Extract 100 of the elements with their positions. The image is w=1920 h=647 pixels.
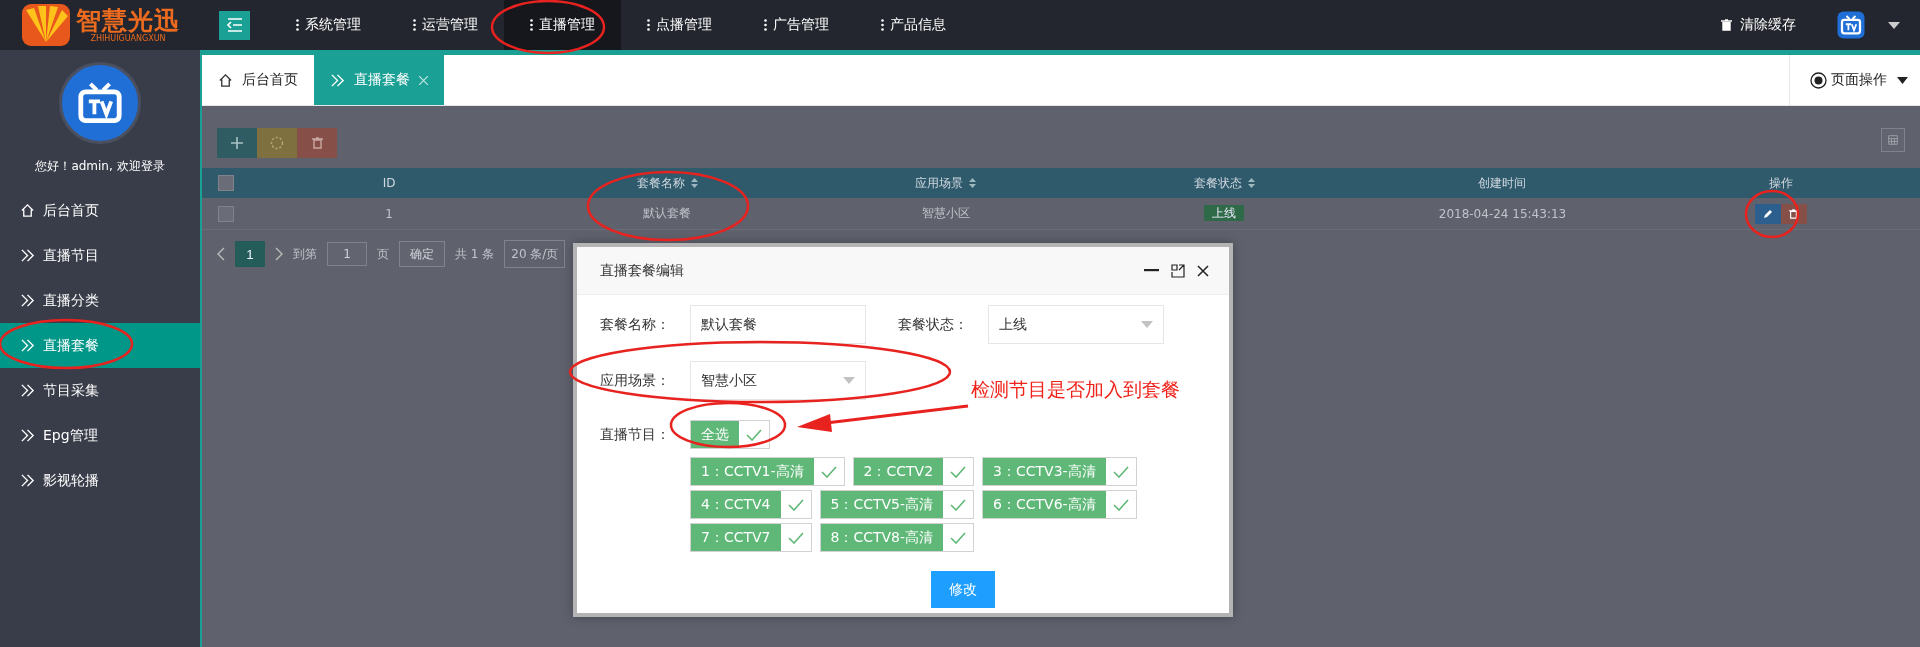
- sort-icon[interactable]: [969, 178, 977, 188]
- trash-icon: [311, 137, 323, 149]
- column-header: 创建时间: [1478, 174, 1527, 192]
- check-icon: [820, 465, 837, 478]
- vertical-dots-icon: [530, 19, 533, 31]
- nav-tab[interactable]: 系统管理: [270, 0, 387, 50]
- sort-icon[interactable]: [691, 178, 698, 188]
- select-field[interactable]: 智慧小区: [690, 361, 866, 400]
- page-unit: 页: [377, 245, 389, 263]
- columns-button[interactable]: [1881, 128, 1905, 152]
- double-chevron-icon: [20, 473, 35, 488]
- nav-tab[interactable]: 运营管理: [387, 0, 504, 50]
- pencil-icon: [1762, 208, 1773, 219]
- checkbox[interactable]: [218, 175, 234, 191]
- table-cell: 智慧小区: [921, 206, 970, 220]
- field-label: 直播节目：: [600, 425, 671, 444]
- annotation-note: 检测节目是否加入到套餐: [971, 377, 1180, 402]
- column-header[interactable]: 套餐状态: [1193, 174, 1255, 192]
- vertical-dots-icon: [413, 19, 416, 31]
- home-icon: [218, 72, 233, 88]
- add-button[interactable]: [217, 128, 257, 158]
- column-header: 操作: [1768, 174, 1793, 192]
- sidebar-item[interactable]: 直播节目: [0, 233, 200, 278]
- sidebar-item[interactable]: 影视轮播: [0, 458, 200, 503]
- caret-icon: [843, 377, 855, 384]
- radio-icon: [1810, 71, 1827, 89]
- double-chevron-icon: [330, 72, 345, 88]
- sidebar-item[interactable]: 直播分类: [0, 278, 200, 323]
- field-label: 应用场景：: [600, 371, 671, 390]
- plus-icon: [231, 137, 243, 149]
- logo-subtitle: ZHIHUIGUANGXUN: [90, 34, 166, 43]
- annotation-ellipse: [1744, 189, 1800, 239]
- check-icon: [787, 531, 804, 544]
- sort-icon[interactable]: [1247, 178, 1255, 188]
- double-chevron-icon: [20, 338, 35, 353]
- caret-icon: [1897, 76, 1908, 84]
- trash-icon: [1789, 208, 1799, 219]
- greeting-text: 您好！admin, 欢迎登录: [35, 158, 165, 175]
- input-field[interactable]: 默认套餐: [690, 305, 866, 344]
- menu-toggle-button[interactable]: [219, 10, 250, 40]
- double-chevron-icon: [20, 428, 35, 443]
- double-chevron-icon: [20, 293, 35, 308]
- page-actions-menu[interactable]: 页面操作: [1789, 55, 1920, 105]
- vertical-dots-icon: [296, 19, 299, 31]
- vertical-dots-icon: [764, 19, 767, 31]
- column-header[interactable]: 应用场景: [915, 174, 977, 192]
- field-label: 套餐名称：: [600, 315, 671, 334]
- table-cell: 默认套餐: [643, 206, 692, 220]
- home-icon: [20, 203, 35, 218]
- goto-label: 到第: [293, 245, 317, 263]
- sidebar-item[interactable]: 直播套餐: [0, 323, 200, 368]
- check-icon: [1112, 498, 1129, 511]
- clear-cache-link[interactable]: 清除缓存: [1740, 16, 1796, 34]
- check-icon: [746, 428, 762, 441]
- logo-name: 智慧光迅: [76, 7, 180, 33]
- column-header[interactable]: 套餐名称: [637, 174, 698, 192]
- caret-icon[interactable]: [1888, 21, 1900, 29]
- grid-icon: [1888, 133, 1898, 147]
- sidebar-item[interactable]: 节目采集: [0, 368, 200, 413]
- dialog-title: 直播套餐编辑: [600, 261, 684, 280]
- prev-page-icon[interactable]: [217, 247, 225, 261]
- close-icon[interactable]: [1197, 264, 1209, 277]
- checkbox[interactable]: [218, 205, 234, 222]
- page-tab[interactable]: 后台首页: [202, 55, 314, 105]
- confirm-button[interactable]: 确定: [399, 241, 445, 267]
- menu-icon: [226, 18, 243, 32]
- sidebar-item[interactable]: 后台首页: [0, 188, 200, 233]
- check-icon: [950, 465, 967, 478]
- logo-icon: [20, 2, 72, 48]
- sidebar-item[interactable]: Epg管理: [0, 413, 200, 458]
- field-label: 套餐状态：: [898, 315, 969, 334]
- double-chevron-icon: [20, 383, 35, 398]
- vertical-dots-icon: [881, 19, 884, 31]
- caret-icon: [1141, 321, 1153, 328]
- vertical-dots-icon: [647, 19, 650, 31]
- nav-tab[interactable]: 点播管理: [621, 0, 738, 50]
- nav-tab[interactable]: 产品信息: [855, 0, 972, 50]
- nav-tab[interactable]: 直播管理: [504, 0, 621, 50]
- nav-tab[interactable]: 广告管理: [738, 0, 855, 50]
- select-field[interactable]: 上线: [988, 305, 1164, 344]
- check-icon: [787, 498, 804, 511]
- check-icon: [950, 531, 967, 544]
- table-cell: 1: [385, 206, 393, 221]
- column-header: ID: [382, 176, 396, 190]
- edit-button[interactable]: [1754, 203, 1781, 224]
- page-size-select[interactable]: 20 条/页: [504, 240, 566, 268]
- next-page-icon[interactable]: [275, 247, 283, 261]
- maximize-icon[interactable]: [1171, 263, 1185, 278]
- status-badge: 上线: [1204, 205, 1245, 221]
- double-chevron-icon: [20, 248, 35, 263]
- page-input[interactable]: 1: [327, 242, 367, 266]
- check-icon: [1112, 465, 1129, 478]
- minimize-icon[interactable]: [1144, 269, 1159, 272]
- total-count: 共 1 条: [455, 245, 495, 263]
- spinner-icon: [270, 136, 284, 150]
- page-number[interactable]: 1: [235, 241, 265, 267]
- check-icon: [950, 498, 967, 511]
- table-cell: 2018-04-24 15:43:13: [1438, 206, 1567, 221]
- tv-icon: [1836, 10, 1866, 40]
- trash-icon: [1721, 19, 1732, 31]
